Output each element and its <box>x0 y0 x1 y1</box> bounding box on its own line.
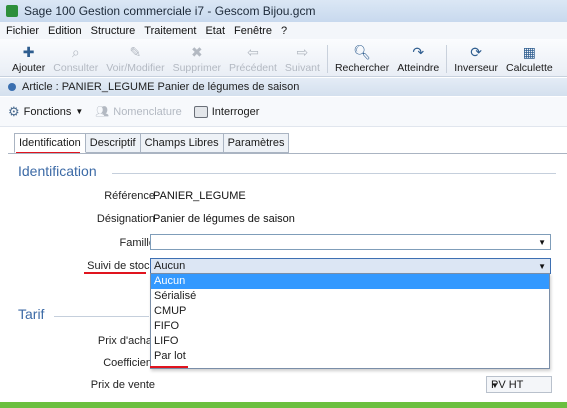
rechercher-label: Rechercher <box>334 62 390 74</box>
precedent-button[interactable]: ⇦ Précédent <box>225 42 281 76</box>
pencil-icon: ✎ <box>129 44 142 60</box>
footer-bar <box>0 402 567 408</box>
tab-champs-libres[interactable]: Champs Libres <box>140 133 224 153</box>
calculator-icon: ▦ <box>522 44 536 60</box>
menu-structure[interactable]: Structure <box>91 25 136 37</box>
app-icon <box>6 5 18 17</box>
prix-achat-row: Prix d'achat <box>8 335 155 349</box>
magnifier-icon: ⌕ <box>71 44 80 60</box>
annotation-underline-par-lot <box>150 366 188 368</box>
document-icon <box>8 83 16 91</box>
precedent-label: Précédent <box>229 62 277 74</box>
nomenclature-label: Nomenclature <box>113 105 182 118</box>
window-titlebar: Sage 100 Gestion commerciale i7 - Gescom… <box>0 0 567 22</box>
menu-help[interactable]: ? <box>281 25 287 37</box>
section-title-tarif: Tarif <box>18 306 45 322</box>
voir-modifier-label: Voir/Modifier <box>106 62 165 74</box>
section-divider <box>54 316 149 317</box>
supprimer-label: Supprimer <box>172 62 222 74</box>
section-title-identification: Identification <box>18 163 97 179</box>
fonctions-button[interactable]: ⚙ Fonctions ▼ <box>8 104 83 120</box>
chevron-down-icon: ▼ <box>538 262 546 271</box>
option-serialise[interactable]: Sérialisé <box>151 289 549 304</box>
supprimer-button[interactable]: ✖ Supprimer <box>169 42 225 76</box>
nomenclature-button[interactable]: 👥︎ Nomenclature <box>95 105 182 119</box>
suivant-label: Suivant <box>284 62 320 74</box>
toolbar-separator <box>326 45 328 73</box>
arc-arrow-icon: ↷ <box>412 44 425 60</box>
interroger-label: Interroger <box>211 105 260 118</box>
option-cmup[interactable]: CMUP <box>151 304 549 319</box>
refresh-icon: ⟳ <box>470 44 482 60</box>
consulter-button[interactable]: ⌕ Consulter <box>49 42 102 76</box>
chevron-down-icon: ▼ <box>75 107 84 116</box>
annotation-underline-suivi <box>84 272 146 274</box>
arrow-left-icon: ⇦ <box>247 44 259 60</box>
plus-icon: ✚ <box>22 44 35 60</box>
designation-row: Désignation <box>8 213 155 227</box>
ajouter-label: Ajouter <box>12 62 46 74</box>
interroger-icon <box>193 105 208 118</box>
suivant-button[interactable]: ⇨ Suivant <box>281 42 324 76</box>
voir-modifier-button[interactable]: ✎ Voir/Modifier <box>102 42 168 76</box>
inverseur-button[interactable]: ⟳ Inverseur <box>450 42 502 76</box>
atteindre-label: Atteindre <box>397 62 440 74</box>
document-title-bar: Article : PANIER_LEGUME Panier de légume… <box>0 78 567 96</box>
option-fifo[interactable]: FIFO <box>151 319 549 334</box>
sub-toolbar: ⚙ Fonctions ▼ 👥︎ Nomenclature Interroger <box>0 97 567 127</box>
menu-edition[interactable]: Edition <box>48 25 82 37</box>
menu-fenetre[interactable]: Fenêtre <box>234 25 272 37</box>
suivi-value: Aucun <box>154 260 186 272</box>
option-aucun[interactable]: Aucun <box>151 274 549 289</box>
atteindre-button[interactable]: ↷ Atteindre <box>393 42 443 76</box>
chevron-down-icon: ▼ <box>538 238 546 247</box>
famille-row: Famille <box>8 237 155 251</box>
pv-type-select[interactable]: PV HT ▼ <box>486 376 552 393</box>
gear-icon: ⚙ <box>8 103 20 119</box>
ajouter-button[interactable]: ✚ Ajouter <box>8 42 49 76</box>
option-lifo[interactable]: LIFO <box>151 334 549 349</box>
menu-traitement[interactable]: Traitement <box>144 25 196 37</box>
prix-achat-label: Prix d'achat <box>97 335 155 347</box>
reference-row: Référence <box>8 190 155 204</box>
rechercher-button[interactable]: 🔍︎ Rechercher <box>331 42 393 76</box>
main-toolbar: ✚ Ajouter ⌕ Consulter ✎ Voir/Modifier ✖ … <box>0 39 567 77</box>
coefficient-label: Coefficient <box>103 357 155 369</box>
designation-value[interactable]: Panier de légumes de saison <box>153 213 295 225</box>
prix-vente-row: Prix de vente <box>8 379 155 393</box>
section-divider <box>112 173 556 174</box>
chevron-down-icon: ▼ <box>491 381 499 390</box>
suivi-stock-select[interactable]: Aucun ▼ <box>150 258 551 274</box>
window-title: Sage 100 Gestion commerciale i7 - Gescom… <box>24 4 316 18</box>
suivi-label: Suivi de stock <box>87 260 155 272</box>
prix-vente-label: Prix de vente <box>90 379 155 391</box>
menu-etat[interactable]: Etat <box>205 25 225 37</box>
document-title: Article : PANIER_LEGUME Panier de légume… <box>22 81 300 93</box>
consulter-label: Consulter <box>53 62 99 74</box>
menu-fichier[interactable]: Fichier <box>6 25 39 37</box>
people-icon: 👥︎ <box>95 106 110 118</box>
tab-bar: Identification Descriptif Champs Libres … <box>14 133 290 153</box>
menu-bar: Fichier Edition Structure Traitement Eta… <box>0 22 567 39</box>
search-icon: 🔍︎ <box>353 44 371 60</box>
suivi-stock-dropdown: Aucun Sérialisé CMUP FIFO LIFO Par lot <box>150 273 550 369</box>
calculette-label: Calculette <box>506 62 553 74</box>
designation-label: Désignation <box>96 213 155 225</box>
fonctions-label: Fonctions <box>23 105 72 118</box>
calculette-button[interactable]: ▦ Calculette <box>502 42 557 76</box>
reference-label: Référence <box>104 190 155 202</box>
reference-value[interactable]: PANIER_LEGUME <box>153 190 246 202</box>
tab-descriptif[interactable]: Descriptif <box>85 133 141 153</box>
delete-icon: ✖ <box>190 44 203 60</box>
interroger-button[interactable]: Interroger <box>193 105 260 118</box>
famille-select[interactable]: ▼ <box>150 234 551 250</box>
toolbar-separator <box>446 45 448 73</box>
tab-identification[interactable]: Identification <box>14 133 86 153</box>
coefficient-row: Coefficient <box>8 357 155 371</box>
option-par-lot[interactable]: Par lot <box>151 349 549 364</box>
inverseur-label: Inverseur <box>454 62 499 74</box>
arrow-right-icon: ⇨ <box>296 44 309 60</box>
tab-parametres[interactable]: Paramètres <box>223 133 290 153</box>
